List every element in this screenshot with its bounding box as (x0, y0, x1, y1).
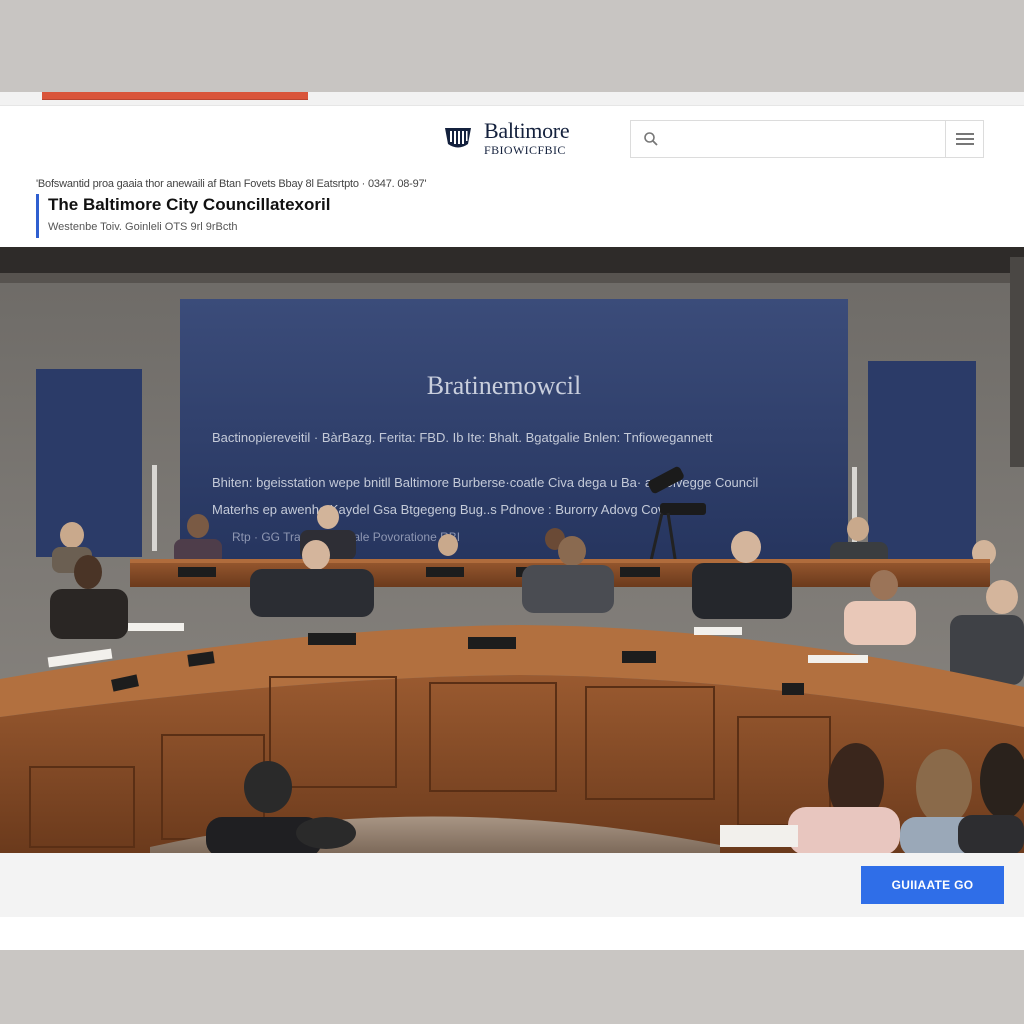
search-bar (630, 120, 984, 158)
menu-line-icon (955, 133, 974, 135)
primary-action-button[interactable]: GUIIAATE GO (861, 866, 1004, 904)
hamburger-menu-button[interactable] (945, 121, 983, 157)
article-meta: Westenbe Toiv. Goinleli OTS 9rl 9rBcth (48, 221, 238, 233)
page-title: The Baltimore City Councillatexoril (48, 195, 331, 214)
search-icon[interactable] (631, 121, 671, 157)
top-margin-band (0, 0, 1024, 92)
council-chamber-photo: Bratinemowcil Bactinopiereveitil · BàrBa… (0, 247, 1024, 853)
bottom-margin-band (0, 950, 1024, 1024)
action-bar: GUIIAATE GO (0, 853, 1024, 917)
title-block: The Baltimore City Councillatexoril West… (36, 194, 330, 238)
logo-title: Baltimore (484, 118, 570, 143)
promo-bar[interactable] (42, 92, 308, 100)
menu-line-icon (955, 143, 974, 145)
menu-line-icon (955, 138, 974, 140)
logo-subtitle: FBIOWICFBIC (484, 143, 566, 157)
site-logo[interactable]: Baltimore FBIOWICFBIC (442, 118, 570, 157)
hero-image: Bratinemowcil Bactinopiereveitil · BàrBa… (0, 247, 1024, 853)
backdrop-line: Materhs ep awenhe Kaydel Gsa Btgegeng Bu… (212, 502, 692, 517)
backdrop-line: Bactinopiereveitil · BàrBazg. Ferita: FB… (212, 430, 713, 445)
baltimore-crest-icon (445, 128, 471, 148)
search-input[interactable] (671, 121, 945, 157)
web-page: Baltimore FBIOWICFBIC 'Bofswantid proa g… (0, 92, 1024, 950)
backdrop-title: Bratinemowcil (427, 371, 582, 400)
breadcrumb[interactable]: 'Bofswantid proa gaaia thor anewaili af … (36, 178, 427, 190)
